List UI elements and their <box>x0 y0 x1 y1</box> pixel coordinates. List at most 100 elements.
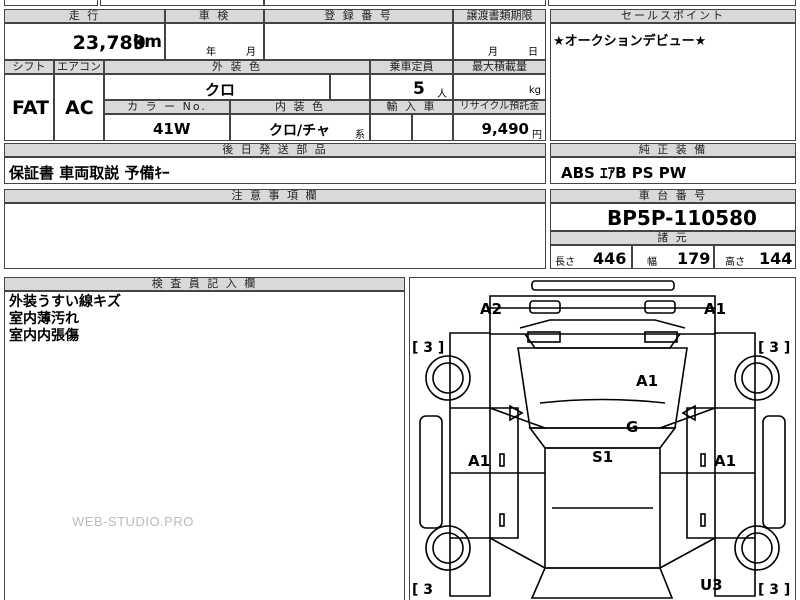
transfer-deadline-cell: 月 日 <box>453 23 546 60</box>
windshield-outline <box>528 427 677 449</box>
wheel-rear-left-inner <box>432 532 464 564</box>
chassis-number-cell: BP5P-110580 <box>550 203 796 231</box>
mark-front-right: A1 <box>704 300 727 318</box>
shift-header: シフト <box>4 60 54 74</box>
right-handle-front <box>700 453 706 467</box>
color-no-cell: 41W <box>104 114 230 141</box>
right-handle-rear <box>700 513 706 527</box>
inspection-cell: 年 月 <box>165 23 264 60</box>
width-value: 179 <box>677 249 711 268</box>
mark-roof: S1 <box>592 448 614 466</box>
front-grille-area <box>489 308 716 335</box>
later-parts-cell: 保証書 車両取説 予備ｷｰ <box>4 157 546 184</box>
shift-cell: FAT <box>4 74 54 141</box>
hood-top-line <box>524 333 681 349</box>
interior-color-header: 内 装 色 <box>230 100 370 114</box>
car-diagram <box>419 280 786 599</box>
top-cutoff-cell <box>548 0 796 6</box>
transfer-deadline-header: 譲渡書類期限 <box>453 9 546 23</box>
left-skirt <box>419 415 443 529</box>
deadline-day-unit: 日 <box>528 47 538 58</box>
chassis-number-value: BP5P-110580 <box>607 206 757 230</box>
mark-front-left: A2 <box>480 300 503 318</box>
right-skirt <box>762 415 786 529</box>
inspector-note: 外装うすい線キズ <box>9 294 121 310</box>
import-header: 輸 入 車 <box>370 100 453 114</box>
registration-cell <box>264 23 453 60</box>
inspection-header: 車 検 <box>165 9 264 23</box>
mark-left-door: A1 <box>468 452 491 470</box>
import-cell-1 <box>370 114 412 141</box>
front-bumper <box>489 295 716 309</box>
interior-color-value: クロ/チャ <box>269 123 330 139</box>
seats-value: 5 <box>413 79 425 99</box>
color-no-header: カ ラ ー No. <box>104 100 230 114</box>
recycle-value: 9,490 <box>481 120 529 138</box>
watermark: WEB-STUDIO.PRO <box>72 514 194 529</box>
mark-windshield: G <box>626 418 639 436</box>
notes-header: 注 意 事 項 欄 <box>4 189 546 203</box>
headlight-left <box>529 300 561 314</box>
hood-outline <box>517 347 688 429</box>
height-value: 144 <box>759 249 793 268</box>
front-lip <box>519 319 686 329</box>
seats-cell: 5 人 <box>370 74 453 100</box>
tire-mark-rear-left: [ 3 <box>412 582 434 598</box>
width-label: 幅 <box>647 257 657 268</box>
later-parts-value: 保証書 車両取説 予備ｷｰ <box>9 164 170 182</box>
shift-value: FAT <box>12 97 49 119</box>
top-cutoff-cell <box>4 0 98 6</box>
recycle-header: リサイクル預託金 <box>453 100 546 114</box>
width-cell: 幅 179 <box>632 245 714 269</box>
height-label: 高さ <box>725 257 745 268</box>
headlight-right <box>644 300 676 314</box>
inspector-note: 室内内張傷 <box>9 328 79 344</box>
mark-hood: A1 <box>636 372 659 390</box>
exterior-color-extra-cell <box>330 74 370 100</box>
inspector-notes-list: 外装うすい線キズ 室内薄汚れ 室内内張傷 <box>9 294 121 345</box>
inspector-note: 室内薄汚れ <box>9 311 79 327</box>
aircon-header: エアコン <box>54 60 104 74</box>
left-c-pillar <box>489 537 546 569</box>
hood-crease <box>539 398 666 404</box>
left-handle-front <box>499 453 505 467</box>
top-cutoff-cell <box>264 0 546 6</box>
left-handle-rear <box>499 513 505 527</box>
color-no-value: 41W <box>153 120 191 138</box>
max-load-unit: kg <box>528 85 541 96</box>
wheel-rear-right-inner <box>741 532 773 564</box>
interior-color-cell: クロ/チャ 系 <box>230 114 370 141</box>
mileage-cell: 23,789 km <box>4 23 165 60</box>
top-cutoff-cell <box>100 0 264 6</box>
notes-cell <box>4 203 546 269</box>
inspector-header: 検 査 員 記 入 欄 <box>4 277 405 291</box>
seats-unit: 人 <box>437 89 447 100</box>
wheel-front-right-inner <box>741 362 773 394</box>
specs-header: 諸 元 <box>550 231 796 245</box>
right-c-pillar <box>659 537 716 569</box>
length-value: 446 <box>593 249 627 268</box>
max-load-cell: kg <box>453 74 546 100</box>
seats-header: 乗車定員 <box>370 60 453 74</box>
aircon-value: AC <box>65 97 94 119</box>
inspection-month-unit: 月 <box>246 47 256 58</box>
interior-color-suffix: 系 <box>355 130 365 141</box>
mark-rear-right: U3 <box>700 576 723 594</box>
recycle-unit: 円 <box>532 130 542 141</box>
height-cell: 高さ 144 <box>714 245 796 269</box>
deadline-month-unit: 月 <box>488 47 498 58</box>
later-parts-header: 後 日 発 送 部 品 <box>4 143 546 157</box>
wheel-front-left-inner <box>432 362 464 394</box>
chassis-number-header: 車 台 番 号 <box>550 189 796 203</box>
standard-equipment-header: 純 正 装 備 <box>550 143 796 157</box>
exterior-color-header: 外 装 色 <box>104 60 370 74</box>
registration-header: 登 録 番 号 <box>264 9 453 23</box>
tire-mark-rear-right: [ 3 ] <box>758 582 791 598</box>
car-diagram-panel: A2 A1 A1 G S1 A1 A1 U3 [ 3 ] [ 3 ] [ 3 [… <box>409 277 796 600</box>
mark-right-door: A1 <box>714 452 737 470</box>
sales-point-header: セールスポイント <box>550 9 796 23</box>
tire-mark-front-right: [ 3 ] <box>758 340 791 356</box>
tire-mark-front-left: [ 3 ] <box>412 340 445 356</box>
length-cell: 長さ 446 <box>550 245 632 269</box>
standard-equipment-value: ABS ｴｱB PS PW <box>561 164 687 182</box>
